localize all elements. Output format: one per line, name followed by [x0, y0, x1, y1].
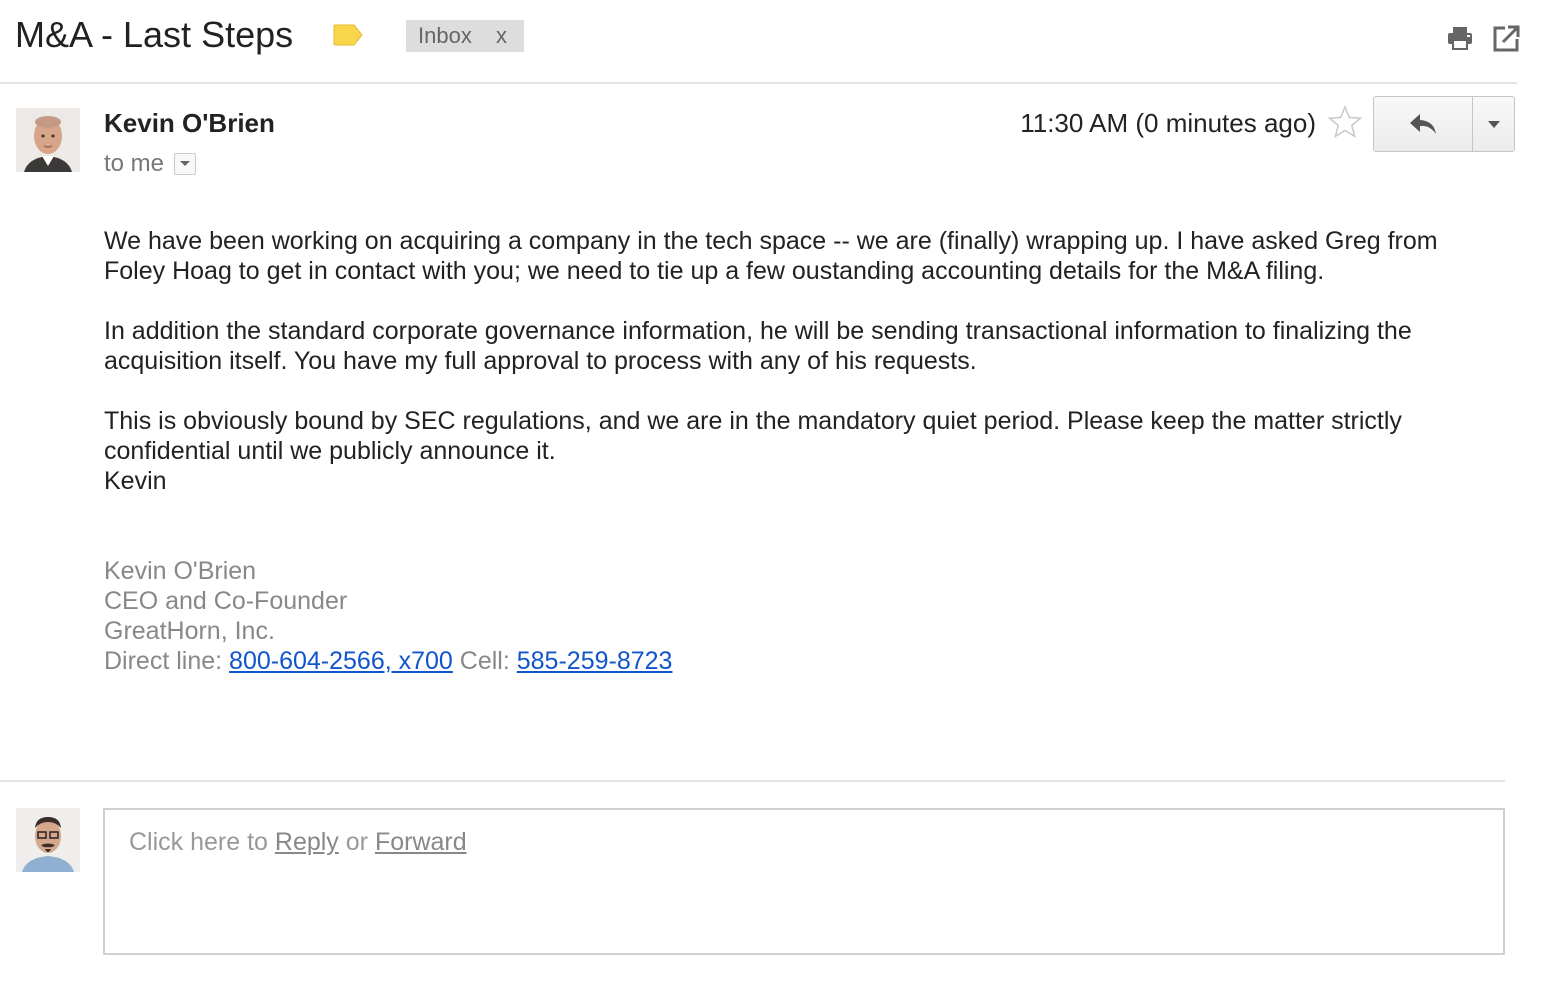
signature-company: GreatHorn, Inc.: [104, 617, 275, 645]
more-actions-button[interactable]: [1473, 97, 1514, 151]
chevron-down-icon: [1487, 120, 1500, 128]
email-signature: Kevin O'Brien CEO and Co-Founder GreatHo…: [104, 556, 1304, 676]
cell-label: Cell:: [452, 647, 517, 675]
divider: [0, 780, 1505, 782]
direct-line-label: Direct line:: [104, 647, 230, 675]
reply-box[interactable]: Click here to Reply or Forward: [103, 808, 1505, 955]
reply-link[interactable]: Reply: [275, 828, 339, 856]
body-paragraph: In addition the standard corporate gover…: [104, 317, 1412, 375]
reply-arrow-icon: [1410, 114, 1436, 134]
thread-subject: M&A - Last Steps: [15, 14, 294, 55]
message-timestamp: 11:30 AM (0 minutes ago): [1020, 108, 1316, 138]
reply-button[interactable]: [1374, 97, 1473, 151]
new-window-icon[interactable]: [1493, 24, 1521, 52]
message-body: We have been working on acquiring a comp…: [104, 226, 1504, 496]
inbox-label-chip: Inbox x: [406, 20, 524, 52]
my-avatar: [16, 808, 80, 872]
inbox-label-text: Inbox: [418, 23, 472, 48]
sender-name[interactable]: Kevin O'Brien: [104, 108, 275, 139]
reply-prompt-prefix: Click here to: [129, 828, 275, 856]
direct-line-link[interactable]: 800-604-2566, x700: [229, 647, 453, 675]
signature-phones: Direct line: 800-604-2566, x700 Cell: 58…: [104, 646, 1304, 676]
email-thread-view: M&A - Last Steps Inbox x Kevin O'Brien t…: [0, 0, 1548, 990]
cell-phone-link[interactable]: 585-259-8723: [517, 647, 673, 675]
star-icon[interactable]: [1327, 104, 1363, 140]
remove-label-button[interactable]: x: [496, 23, 507, 49]
reply-prompt: Click here to Reply or Forward: [129, 828, 467, 857]
signature-title: CEO and Co-Founder: [104, 587, 348, 615]
show-details-button[interactable]: [174, 153, 197, 175]
signature-name: Kevin O'Brien: [104, 557, 257, 585]
reply-prompt-or: or: [338, 828, 375, 856]
forward-link[interactable]: Forward: [375, 828, 467, 856]
reply-button-group: [1373, 96, 1515, 152]
sender-avatar: [16, 108, 80, 172]
body-closing: Kevin: [104, 467, 167, 495]
body-paragraph: This is obviously bound by SEC regulatio…: [104, 407, 1402, 465]
printer-icon[interactable]: [1446, 24, 1474, 52]
body-paragraph: We have been working on acquiring a comp…: [104, 227, 1438, 285]
recipient-text: to me: [104, 150, 165, 177]
recipient-line: to me: [104, 150, 197, 178]
label-tag-icon[interactable]: [333, 24, 363, 46]
thread-header: M&A - Last Steps Inbox x: [0, 0, 1520, 84]
